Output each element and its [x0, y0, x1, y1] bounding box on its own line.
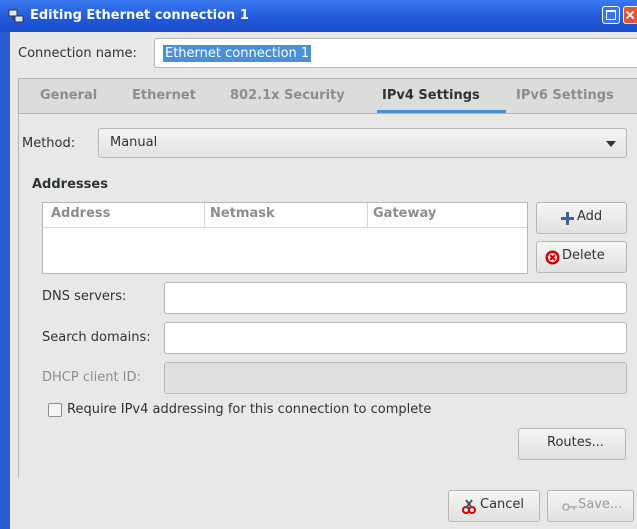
tab-ethernet[interactable]: Ethernet	[132, 88, 196, 103]
addresses-heading: Addresses	[32, 177, 108, 192]
tab-general[interactable]: General	[40, 88, 97, 103]
save-button-label: Save...	[578, 497, 623, 512]
cancel-button-label: Cancel	[480, 497, 525, 512]
method-dropdown[interactable]: Manual	[98, 128, 627, 158]
add-button-label: Add	[577, 209, 603, 224]
routes-button[interactable]: Routes...	[518, 428, 626, 460]
active-tab-indicator	[377, 110, 506, 113]
column-divider	[204, 203, 205, 227]
close-icon[interactable]	[623, 6, 637, 24]
delete-button[interactable]: Delete	[536, 241, 627, 273]
chevron-down-icon	[606, 141, 616, 147]
method-label: Method:	[22, 136, 76, 151]
window-title: Editing Ethernet connection 1	[30, 8, 249, 23]
column-netmask[interactable]: Netmask	[210, 206, 275, 221]
dns-servers-label: DNS servers:	[42, 289, 127, 304]
maximize-icon[interactable]	[602, 6, 620, 24]
tab-ipv6-settings[interactable]: IPv6 Settings	[516, 88, 614, 103]
delete-button-label: Delete	[562, 248, 605, 263]
require-ipv4-checkbox[interactable]	[48, 403, 62, 417]
connection-name-label: Connection name:	[18, 46, 137, 61]
require-ipv4-label[interactable]: Require IPv4 addressing for this connect…	[67, 402, 431, 417]
connection-name-value: Ethernet connection 1	[163, 45, 312, 62]
save-icon	[562, 503, 577, 511]
plus-icon	[561, 212, 574, 225]
connection-name-input[interactable]: Ethernet connection 1	[154, 38, 637, 68]
titlebar: Editing Ethernet connection 1	[0, 0, 637, 32]
dhcp-client-id-input	[164, 362, 627, 394]
column-gateway[interactable]: Gateway	[373, 206, 436, 221]
network-icon	[8, 9, 24, 23]
tab-ipv4-settings[interactable]: IPv4 Settings	[382, 88, 480, 103]
dns-servers-input[interactable]	[164, 282, 627, 314]
delete-icon	[545, 250, 560, 265]
tab-8021x-security[interactable]: 802.1x Security	[230, 88, 345, 103]
addresses-table-header: Address Netmask Gateway	[43, 203, 527, 228]
dialog-footer: Cancel Save...	[10, 477, 637, 529]
search-domains-input[interactable]	[164, 322, 627, 354]
save-button[interactable]: Save...	[547, 490, 634, 522]
routes-button-label: Routes...	[547, 435, 604, 450]
cancel-icon	[462, 499, 476, 514]
dhcp-client-id-label: DHCP client ID:	[42, 370, 141, 385]
addresses-table[interactable]: Address Netmask Gateway	[42, 202, 528, 274]
method-value: Manual	[110, 135, 158, 150]
column-divider	[367, 203, 368, 227]
add-button[interactable]: Add	[536, 202, 627, 234]
column-address[interactable]: Address	[51, 206, 110, 221]
dialog-window: Connection name: Ethernet connection 1 G…	[10, 32, 637, 529]
cancel-button[interactable]: Cancel	[448, 490, 540, 522]
search-domains-label: Search domains:	[42, 330, 151, 345]
tab-bar: General Ethernet 802.1x Security IPv4 Se…	[18, 78, 637, 114]
